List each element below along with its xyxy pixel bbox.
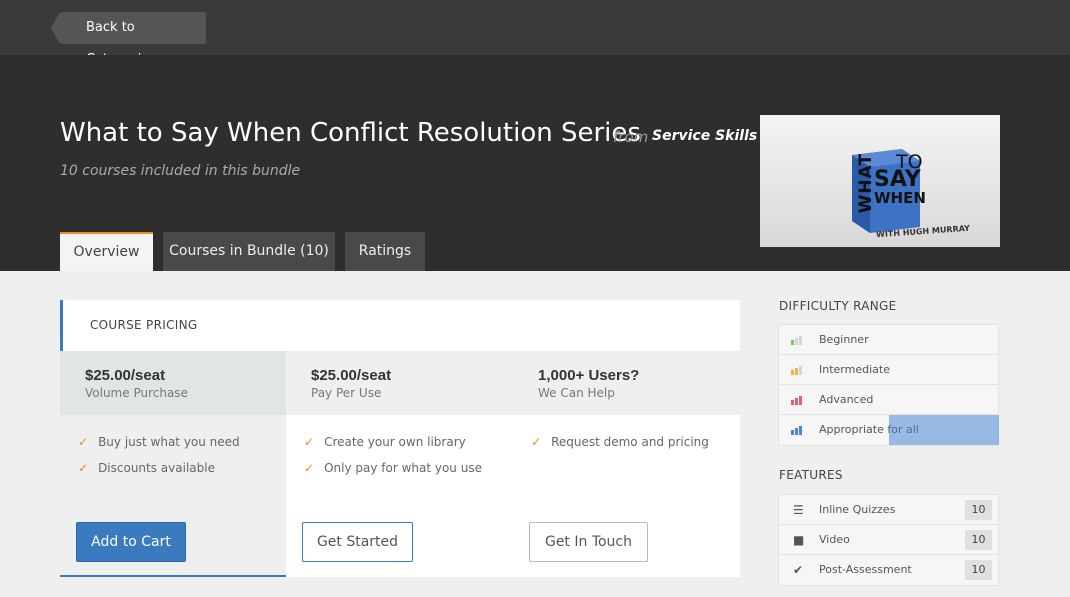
thumb-word-say: SAY [874,167,921,192]
list-item: ✓ Discounts available [78,461,286,487]
pricing-column-header: 1,000+ Users? We Can Help [513,351,740,415]
pricing-column-enterprise: 1,000+ Users? We Can Help ✓ Request demo … [513,351,740,577]
list-item: ✓ Create your own library [304,435,513,461]
bundle-subtitle: 10 courses included in this bundle [60,163,301,179]
price-label: $25.00/seat [85,367,166,384]
feature-list: ✓ Create your own library ✓ Only pay for w… [286,415,513,487]
feature-label: Inline Quizzes [819,503,896,516]
feature-count-badge: 10 [965,500,992,520]
difficulty-beginner: Beginner [779,325,998,355]
video-camera-icon: ■ [793,533,805,547]
list-icon: ☰ [793,503,804,517]
difficulty-label: Intermediate [819,363,890,376]
pricing-column-pay-per-use: $25.00/seat Pay Per Use ✓ Create your own… [286,351,513,577]
course-pricing-panel: COURSE PRICING $25.00/seat Volume Purcha… [60,300,740,577]
thumb-word-what: WHAT [856,153,876,214]
feature-text: Only pay for what you use [324,461,482,475]
feature-video: ■ Video 10 [779,525,998,555]
provider-link[interactable]: Service Skills [652,128,757,144]
list-item: ✓ Request demo and pricing [531,435,740,461]
thumb-words: TO SAY WHEN [874,153,926,208]
difficulty-bars-icon [791,366,805,375]
features-list: ☰ Inline Quizzes 10 ■ Video 10 ✔ Post-As… [778,494,999,586]
add-to-cart-button[interactable]: Add to Cart [76,522,186,562]
back-to-categories-button[interactable]: Back to Categories [51,12,206,67]
difficulty-bars-icon [791,396,805,405]
list-item: ✓ Only pay for what you use [304,461,513,487]
thumb-word-when: WHEN [874,189,926,207]
price-subtitle: Pay Per Use [311,386,382,400]
feature-text: Request demo and pricing [551,435,709,449]
price-label: 1,000+ Users? [538,367,640,384]
get-started-button[interactable]: Get Started [302,522,413,562]
pricing-column-header: $25.00/seat Volume Purchase [60,351,286,415]
difficulty-heading: DIFFICULTY RANGE [779,299,897,313]
difficulty-bars-icon [791,336,805,345]
feature-text: Discounts available [98,461,215,475]
tab-overview[interactable]: Overview [60,232,153,271]
checkmark-icon: ✔ [793,563,804,577]
checkmark-icon: ✓ [78,461,89,475]
from-label: from [613,128,649,146]
list-item: ✓ Buy just what you need [78,435,286,461]
difficulty-intermediate: Intermediate [779,355,998,385]
checkmark-icon: ✓ [78,435,89,449]
feature-inline-quizzes: ☰ Inline Quizzes 10 [779,495,998,525]
feature-post-assessment: ✔ Post-Assessment 10 [779,555,998,585]
feature-text: Create your own library [324,435,466,449]
difficulty-label: Advanced [819,393,874,406]
price-label: $25.00/seat [311,367,392,384]
feature-list: ✓ Buy just what you need ✓ Discounts avail… [60,415,286,487]
difficulty-bars-icon [791,426,805,435]
difficulty-advanced: Advanced [779,385,998,415]
course-thumbnail: WHAT TO SAY WHEN WITH HUGH MURRAY [760,115,1000,247]
course-hero: What to Say When Conflict Resolution Ser… [0,55,1070,271]
checkmark-icon: ✓ [304,435,315,449]
text-selection-highlight [889,415,999,445]
tab-courses-in-bundle[interactable]: Courses in Bundle (10) [163,232,335,271]
checkmark-icon: ✓ [304,461,315,475]
get-in-touch-button[interactable]: Get In Touch [529,522,648,562]
pricing-heading: COURSE PRICING [60,300,740,351]
page-title: What to Say When Conflict Resolution Ser… [60,118,641,148]
difficulty-label: Beginner [819,333,869,346]
price-subtitle: Volume Purchase [85,386,188,400]
feature-count-badge: 10 [965,560,992,580]
feature-label: Video [819,533,850,546]
price-subtitle: We Can Help [538,386,615,400]
checkmark-icon: ✓ [531,435,542,449]
features-heading: FEATURES [779,468,843,482]
top-bar: Back to Categories [0,0,1070,67]
tab-ratings[interactable]: Ratings [345,232,425,271]
feature-label: Post-Assessment [819,563,912,576]
feature-list: ✓ Request demo and pricing [513,415,740,461]
feature-count-badge: 10 [965,530,992,550]
pricing-column-header: $25.00/seat Pay Per Use [286,351,513,415]
pricing-column-volume: $25.00/seat Volume Purchase ✓ Buy just wh… [60,351,286,577]
feature-text: Buy just what you need [98,435,240,449]
